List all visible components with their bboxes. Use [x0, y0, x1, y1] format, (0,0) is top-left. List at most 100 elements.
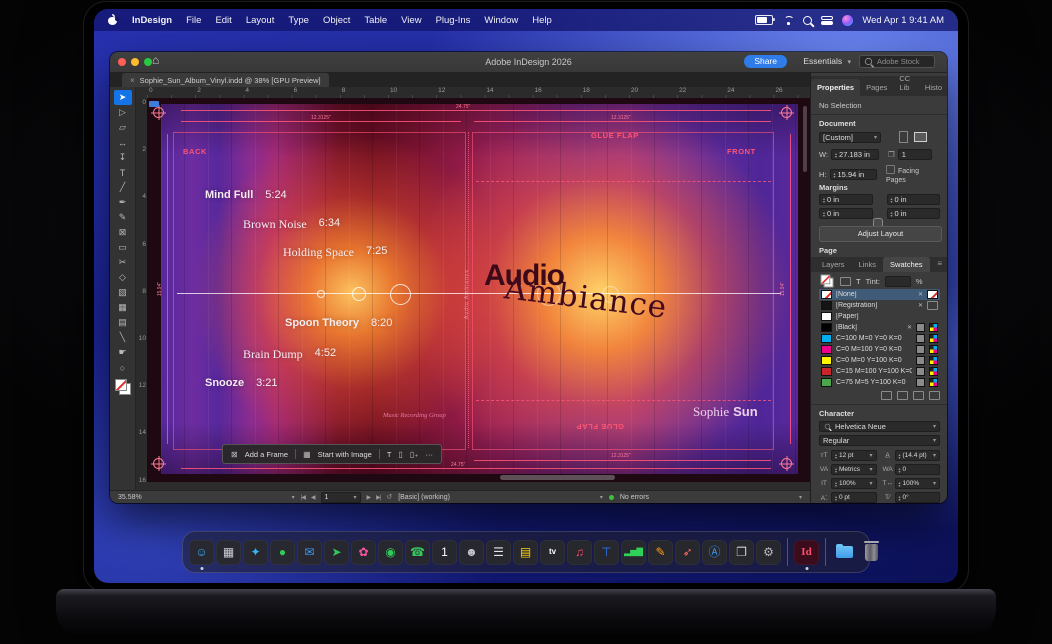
- swatch-row-red[interactable]: C=15 M=100 Y=100 K=0: [819, 366, 940, 377]
- type-tool-button[interactable]: T: [387, 450, 392, 459]
- preflight-refresh-icon[interactable]: ↺: [386, 493, 392, 501]
- tool-scissors[interactable]: ✂: [114, 255, 132, 270]
- menu-clock[interactable]: Wed Apr 1 9:41 AM: [862, 15, 944, 26]
- dock-tv[interactable]: tv: [540, 540, 565, 565]
- dock-trash[interactable]: [859, 540, 884, 565]
- tool-page[interactable]: ▱: [114, 120, 132, 135]
- dock-pages[interactable]: ✎: [648, 540, 673, 565]
- dock-keynote[interactable]: ⊤: [594, 540, 619, 565]
- new-color-group-icon[interactable]: [897, 391, 908, 400]
- tool-type[interactable]: T: [114, 165, 132, 180]
- track-item[interactable]: Snooze3:21: [205, 377, 278, 389]
- tool-content-collector[interactable]: ↧: [114, 150, 132, 165]
- panel-menu-icon[interactable]: ≡: [937, 259, 942, 268]
- formatting-affects-text-icon[interactable]: T: [856, 277, 861, 286]
- tab-pages[interactable]: Pages: [860, 79, 893, 96]
- album-artwork[interactable]: 24.75" 12.3125" 12.3125" 15.94" 15.94": [161, 104, 798, 474]
- share-button[interactable]: Share: [744, 55, 787, 68]
- margin-left-field[interactable]: ▴▾0 in: [887, 194, 941, 205]
- tab-swatches[interactable]: Swatches: [883, 257, 930, 272]
- dock-books[interactable]: ❐: [729, 540, 754, 565]
- tool-frame[interactable]: ⊠: [114, 225, 132, 240]
- artist-name[interactable]: SophieSun: [693, 404, 758, 420]
- font-size-field[interactable]: ▴▾12 pt▾: [831, 450, 877, 461]
- tab-properties[interactable]: Properties: [811, 79, 860, 96]
- dock-facetime[interactable]: ◉: [378, 540, 403, 565]
- tab-links[interactable]: Links: [852, 257, 884, 272]
- workspace-switcher[interactable]: Essentials ▾: [803, 55, 851, 69]
- menu-plugins[interactable]: Plug-Ins: [429, 15, 478, 26]
- first-page-button[interactable]: |◀: [301, 494, 305, 501]
- tab-cc-libraries[interactable]: CC Lib: [893, 70, 919, 96]
- more-options-button[interactable]: ···: [425, 450, 433, 459]
- tab-layers[interactable]: Layers: [815, 257, 852, 272]
- tool-rectangle[interactable]: ▭: [114, 240, 132, 255]
- tool-pen[interactable]: ✒: [114, 195, 132, 210]
- page-number-field[interactable]: 1▾: [321, 492, 361, 503]
- swatch-row-black[interactable]: [Black] ✕: [819, 322, 940, 333]
- dock-finder[interactable]: ☺: [189, 540, 214, 565]
- kerning-field[interactable]: ▴▾Metrics▾: [831, 464, 877, 475]
- next-page-button[interactable]: ▶: [367, 494, 371, 501]
- wifi-icon[interactable]: [782, 16, 794, 25]
- portrait-orientation-button[interactable]: [899, 131, 908, 143]
- dock-notes[interactable]: ▤: [513, 540, 538, 565]
- preflight-status-text[interactable]: No errors: [620, 494, 649, 501]
- track-item[interactable]: Spoon Theory8:20: [285, 317, 392, 329]
- menu-layout[interactable]: Layout: [239, 15, 282, 26]
- record-label-logo[interactable]: Music Recording Group: [383, 412, 446, 419]
- tool-gap[interactable]: ↔: [114, 135, 132, 150]
- siri-icon[interactable]: [842, 15, 853, 26]
- new-swatch-icon[interactable]: [913, 391, 924, 400]
- contextual-task-bar[interactable]: ⊠ Add a Frame ▦ Start with Image T ▯ ▯₊ …: [222, 444, 442, 464]
- swatch-row-paper[interactable]: [Paper]: [819, 311, 940, 322]
- doc-preset-dropdown[interactable]: [Custom]▾: [819, 132, 881, 143]
- dock-photos[interactable]: ✿: [351, 540, 376, 565]
- tint-field[interactable]: [885, 276, 911, 287]
- dock-rocket-app[interactable]: ➶: [675, 540, 700, 565]
- horizontal-scale-field[interactable]: ▴▾100%▾: [895, 478, 941, 489]
- swatch-row-yellow[interactable]: C=0 M=0 Y=100 K=0: [819, 355, 940, 366]
- menu-window[interactable]: Window: [477, 15, 525, 26]
- menu-edit[interactable]: Edit: [208, 15, 238, 26]
- vertical-scrollbar[interactable]: [803, 106, 807, 172]
- menu-type[interactable]: Type: [281, 15, 316, 26]
- tool-gradient[interactable]: ▧: [114, 285, 132, 300]
- dock-mail[interactable]: ✉: [297, 540, 322, 565]
- fill-stroke-proxy[interactable]: [115, 379, 131, 395]
- battery-icon[interactable]: [755, 15, 773, 25]
- menu-help[interactable]: Help: [525, 15, 559, 26]
- tracking-field[interactable]: ▴▾0: [895, 464, 941, 475]
- tool-eyedropper[interactable]: ╲: [114, 330, 132, 345]
- delete-swatch-icon[interactable]: [929, 391, 940, 400]
- tool-gradient-feather[interactable]: ▦: [114, 300, 132, 315]
- window-titlebar[interactable]: ⌂ Adobe InDesign 2026 Share Essentials ▾…: [110, 52, 947, 73]
- dock-downloads[interactable]: [832, 540, 857, 565]
- document-canvas[interactable]: 24.75" 12.3125" 12.3125" 15.94" 15.94": [147, 98, 810, 482]
- landscape-orientation-button[interactable]: [914, 132, 927, 142]
- track-item[interactable]: Brown Noise6:34: [243, 217, 340, 232]
- tool-direct-selection[interactable]: ▷: [114, 105, 132, 120]
- show-swatch-kinds-icon[interactable]: [881, 391, 892, 400]
- tab-history[interactable]: Histo: [919, 79, 947, 96]
- dock-contacts[interactable]: ☻: [459, 540, 484, 565]
- previous-page-button[interactable]: ◀: [311, 494, 315, 501]
- tool-note[interactable]: ▤: [114, 315, 132, 330]
- facing-pages-checkbox[interactable]: Facing Pages: [886, 165, 940, 184]
- swatch-row-green[interactable]: C=75 M=5 Y=100 K=0: [819, 377, 940, 388]
- margin-bottom-field[interactable]: ▴▾0 in: [819, 208, 873, 219]
- font-family-dropdown[interactable]: Helvetica Neue▾: [819, 421, 940, 432]
- menu-object[interactable]: Object: [316, 15, 357, 26]
- vertical-scale-field[interactable]: ▴▾100%▾: [831, 478, 877, 489]
- menu-table[interactable]: Table: [357, 15, 394, 26]
- menu-view[interactable]: View: [394, 15, 428, 26]
- dock-maps[interactable]: ➤: [324, 540, 349, 565]
- page-count-field[interactable]: 1: [898, 149, 932, 160]
- document-add-icon[interactable]: ▯₊: [410, 450, 419, 459]
- track-item[interactable]: Holding Space7:25: [283, 245, 387, 260]
- document-tab[interactable]: × Sophie_Sun_Album_Vinyl.indd @ 38% [GPU…: [122, 73, 329, 87]
- zoom-level[interactable]: 35.58%: [118, 494, 142, 501]
- dock-settings[interactable]: ⚙: [756, 540, 781, 565]
- dock-indesign[interactable]: Id: [794, 540, 819, 565]
- dock-appstore[interactable]: Ⓐ: [702, 540, 727, 565]
